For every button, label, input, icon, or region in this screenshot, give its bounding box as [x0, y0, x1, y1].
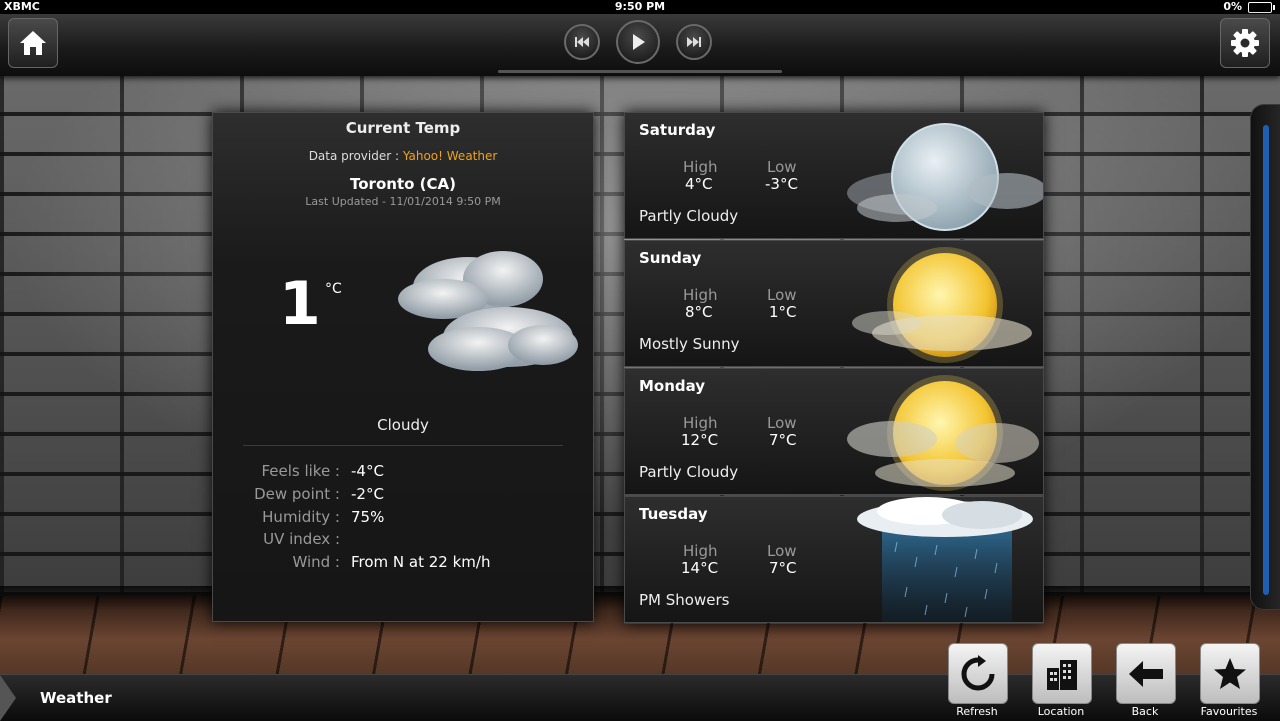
- low-label: Low: [767, 158, 797, 176]
- detail-feels-like: Feels like : -4°C: [213, 462, 593, 484]
- current-temp-title: Current Temp: [345, 119, 461, 137]
- sun-cloud-icon: [847, 375, 1039, 491]
- detail-label: Feels like :: [261, 462, 340, 480]
- high-label: High: [683, 286, 718, 304]
- low-value: 1°C: [769, 303, 797, 321]
- low-label: Low: [767, 542, 797, 560]
- current-temperature: 1: [279, 269, 321, 339]
- forecast-day-name: Sunday: [639, 249, 702, 267]
- detail-uv-index: UV index :: [213, 530, 593, 552]
- low-value: 7°C: [769, 431, 797, 449]
- status-battery: 0%: [1223, 0, 1275, 14]
- sun-cloud-icon: [852, 247, 1032, 363]
- details-divider: [243, 445, 563, 446]
- rain-cloud-icon: [857, 497, 1033, 622]
- forecast-day-name: Monday: [639, 377, 706, 395]
- refresh-icon: [961, 654, 995, 690]
- top-toolbar: [0, 14, 1280, 76]
- status-bar: XBMC 9:50 PM 0%: [0, 0, 1280, 14]
- detail-label: Dew point :: [254, 485, 340, 503]
- favourites-label: Favourites: [1200, 705, 1258, 718]
- forecast-condition: Partly Cloudy: [639, 207, 739, 225]
- detail-label: Humidity :: [262, 508, 340, 526]
- scrollbar-thumb[interactable]: [1263, 125, 1269, 595]
- location-button[interactable]: [1032, 643, 1092, 704]
- detail-wind: Wind : From N at 22 km/h: [213, 553, 593, 575]
- forecast-day-card[interactable]: Saturday High 4°C Low -3°C Partly Cloudy: [624, 112, 1044, 239]
- gear-icon: [1231, 29, 1259, 57]
- high-label: High: [683, 542, 718, 560]
- next-track-button[interactable]: [676, 24, 712, 60]
- detail-value: 75%: [351, 508, 385, 526]
- building-icon: [1047, 659, 1077, 690]
- skip-previous-icon: [575, 37, 589, 47]
- forecast-condition: Partly Cloudy: [639, 463, 739, 481]
- high-value: 12°C: [681, 431, 719, 449]
- high-value: 14°C: [681, 559, 719, 577]
- battery-percent: 0%: [1223, 0, 1242, 13]
- location-label: Location: [1037, 705, 1085, 718]
- favourites-button[interactable]: [1200, 643, 1260, 704]
- high-label: High: [683, 414, 718, 432]
- city-name: Toronto (CA): [350, 175, 456, 193]
- home-icon: [20, 31, 46, 55]
- forecast-day-card[interactable]: Monday High 12°C Low 7°C Partly Cloudy: [624, 368, 1044, 495]
- current-condition: Cloudy: [377, 416, 429, 434]
- detail-value: From N at 22 km/h: [351, 553, 491, 571]
- detail-label: UV index :: [263, 530, 340, 548]
- previous-track-button[interactable]: [564, 24, 600, 60]
- high-value: 8°C: [685, 303, 713, 321]
- current-weather-panel: Current Temp Data provider : Yahoo! Weat…: [212, 112, 594, 622]
- arrow-left-icon: [1129, 660, 1163, 687]
- low-label: Low: [767, 286, 797, 304]
- scrollbar-track[interactable]: [1250, 104, 1280, 610]
- low-value: 7°C: [769, 559, 797, 577]
- screen-title: Weather: [40, 689, 112, 707]
- forecast-day-name: Tuesday: [639, 505, 708, 523]
- last-updated: Last Updated - 11/01/2014 9:50 PM: [305, 195, 501, 208]
- battery-icon: [1248, 1, 1275, 13]
- toolbar-indicator-line: [498, 70, 782, 73]
- data-provider: Data provider : Yahoo! Weather: [213, 149, 593, 163]
- cloud-icon: [398, 251, 578, 371]
- detail-humidity: Humidity : 75%: [213, 508, 593, 530]
- skip-next-icon: [687, 37, 701, 47]
- star-icon: [1214, 657, 1246, 689]
- home-button[interactable]: [8, 18, 58, 68]
- high-label: High: [683, 158, 718, 176]
- settings-button[interactable]: [1220, 18, 1270, 68]
- bottom-bar-arrow: [0, 675, 16, 721]
- low-value: -3°C: [765, 175, 798, 193]
- detail-label: Wind :: [292, 553, 340, 571]
- forecast-day-card[interactable]: Sunday High 8°C Low 1°C Mostly Sunny: [624, 240, 1044, 367]
- moon-cloud-icon: [847, 123, 1043, 231]
- high-value: 4°C: [685, 175, 713, 193]
- data-provider-label: Data provider :: [308, 149, 403, 163]
- low-label: Low: [767, 414, 797, 432]
- refresh-button[interactable]: [948, 643, 1008, 704]
- play-button[interactable]: [616, 20, 660, 64]
- detail-value: -2°C: [351, 485, 384, 503]
- back-button[interactable]: [1116, 643, 1176, 704]
- status-time: 9:50 PM: [614, 0, 666, 13]
- forecast-day-name: Saturday: [639, 121, 716, 139]
- forecast-panel: Saturday High 4°C Low -3°C Partly Cloudy…: [624, 112, 1044, 624]
- forecast-condition: PM Showers: [639, 591, 730, 609]
- back-label: Back: [1131, 705, 1159, 718]
- refresh-label: Refresh: [956, 705, 998, 718]
- detail-value: -4°C: [351, 462, 384, 480]
- forecast-day-card[interactable]: Tuesday High 14°C Low 7°C PM Showers: [624, 496, 1044, 623]
- detail-dew-point: Dew point : -2°C: [213, 485, 593, 507]
- temperature-unit: °C: [325, 281, 342, 297]
- forecast-condition: Mostly Sunny: [639, 335, 740, 353]
- play-icon: [633, 34, 645, 50]
- data-provider-name: Yahoo! Weather: [402, 149, 498, 163]
